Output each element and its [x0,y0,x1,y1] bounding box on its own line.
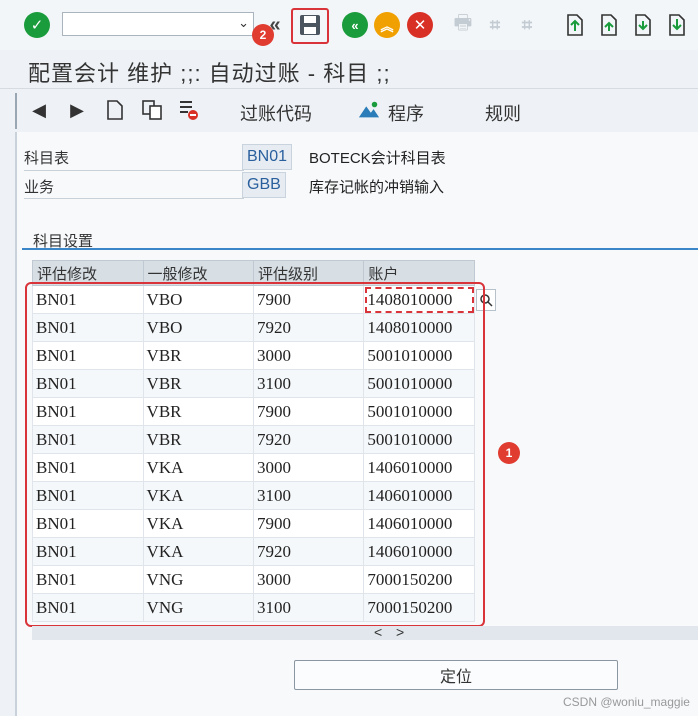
application-toolbar: ◀ ▶ 过账代码 程序 规则 [0,88,698,133]
first-page-icon[interactable] [562,12,588,38]
chart-of-accounts-description: BOTECK会计科目表 [309,150,446,167]
posting-key-button[interactable]: 过账代码 [240,100,312,126]
previous-page-icon[interactable] [596,12,622,38]
exit-icon[interactable]: ︽ [374,12,400,38]
form-divider [24,170,244,171]
chart-of-accounts-label: 科目表 [24,150,70,167]
procedures-icon[interactable] [358,99,380,121]
scroll-right-icon[interactable]: > [396,624,404,640]
form-divider [24,198,244,199]
position-button[interactable]: 定位 [294,660,618,690]
next-entry-icon[interactable]: ▶ [66,99,88,121]
back-icon[interactable]: « [342,12,368,38]
previous-entry-icon[interactable]: ◀ [28,99,50,121]
transaction-description: 库存记帐的冲销输入 [309,179,445,196]
procedures-button[interactable]: 程序 [388,100,424,126]
new-entries-icon[interactable] [104,99,126,121]
copy-as-icon[interactable] [141,99,163,121]
save-highlight-frame [291,8,329,44]
scroll-left-icon[interactable]: < [374,624,382,640]
annotation-badge-2: 2 [252,24,274,46]
print-icon: 🖶 [453,12,473,34]
selection-highlight-frame [25,282,485,627]
toolbar-divider [15,93,17,129]
command-field[interactable]: ⌄ [62,12,254,36]
cancel-icon[interactable]: ✕ [407,12,433,38]
watermark: CSDN @woniu_maggie [563,695,690,709]
system-toolbar: ✓ ⌄ « 2 « ︽ ✕ 🖶 ⌗ ⌗ [0,0,698,50]
annotation-badge-1: 1 [498,442,520,464]
next-page-icon[interactable] [630,12,656,38]
rules-button[interactable]: 规则 [485,100,521,126]
find-icon: ⌗ [489,14,501,35]
last-page-icon[interactable] [664,12,690,38]
transaction-field[interactable]: GBB [242,172,286,198]
check-icon[interactable]: ✓ [24,12,50,38]
group-underline [22,248,698,250]
chart-of-accounts-field[interactable]: BN01 [242,144,293,170]
transaction-label: 业务 [24,179,55,196]
content-area: 科目表 BN01 BOTECK会计科目表 业务 GBB 库存记帐的冲销输入 科目… [15,132,698,716]
find-next-icon: ⌗ [521,14,533,35]
delete-icon[interactable] [178,99,200,121]
horizontal-scrollbar[interactable]: < > [32,624,698,640]
page-title: 配置会计 维护 ;;: 自动过账 - 科目 ;; [28,61,391,86]
chevron-down-icon[interactable]: ⌄ [238,15,249,31]
